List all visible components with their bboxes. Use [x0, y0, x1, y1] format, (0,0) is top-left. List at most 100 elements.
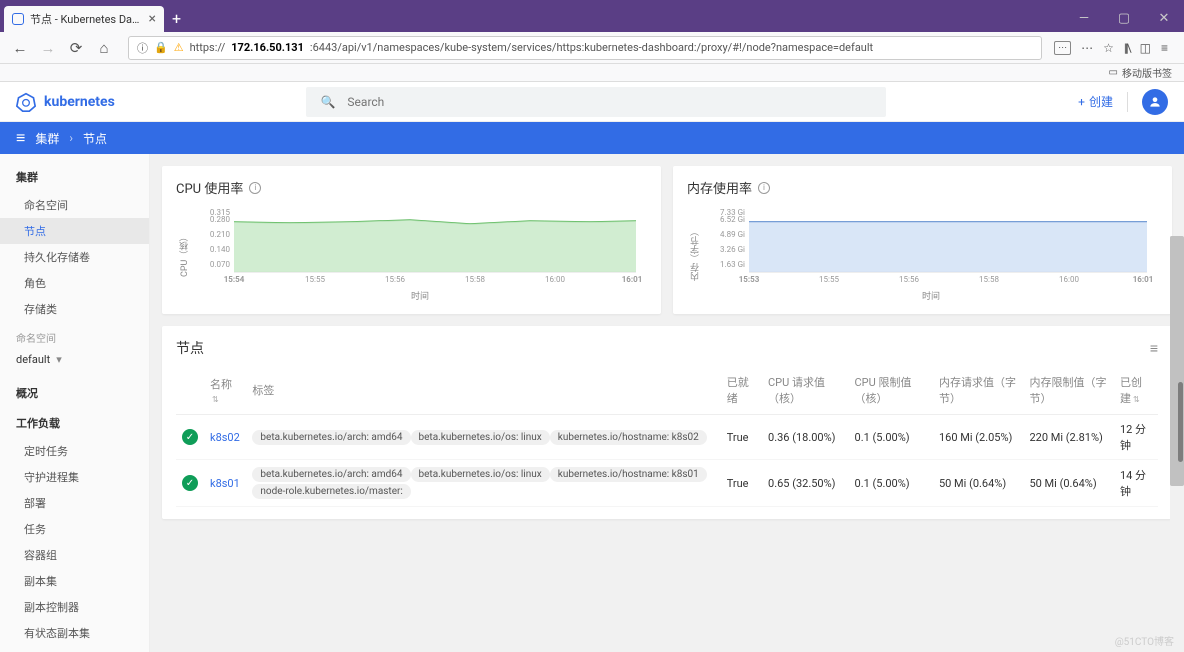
- sidebar-item-roles[interactable]: 角色: [0, 270, 149, 296]
- nodes-table-card: 节点 ≡ 名称⇅ 标签 已就绪 CPU 请求值（核） CPU 限制值（核） 内存…: [162, 326, 1172, 519]
- new-tab-button[interactable]: +: [164, 5, 189, 32]
- svg-text:4.89 Gi: 4.89 Gi: [720, 230, 745, 239]
- sidebar-icon[interactable]: ◫: [1140, 41, 1151, 55]
- node-link[interactable]: k8s02: [210, 431, 240, 444]
- plus-icon: +: [1078, 95, 1085, 109]
- hamburger-icon[interactable]: ≡: [16, 128, 25, 148]
- table-row: ✓ k8s02 beta.kubernetes.io/arch: amd64be…: [176, 415, 1158, 460]
- svg-text:15:54: 15:54: [224, 275, 245, 284]
- reload-button[interactable]: ⟳: [64, 36, 88, 60]
- mobile-bookmarks-label[interactable]: 移动版书签: [1122, 65, 1172, 80]
- label-tag: beta.kubernetes.io/arch: amd64: [252, 467, 410, 482]
- page-scrollbar-thumb[interactable]: [1178, 382, 1183, 462]
- sidebar-item-deployment[interactable]: 部署: [0, 490, 149, 516]
- create-button[interactable]: + 创建: [1078, 93, 1113, 110]
- cell-mem-lim: 220 Mi (2.81%): [1023, 415, 1114, 460]
- sidebar-item-cronjob[interactable]: 定时任务: [0, 438, 149, 464]
- sidebar-item-nodes[interactable]: 节点: [0, 218, 149, 244]
- warning-icon: ⚠: [174, 41, 184, 54]
- sidebar-group-service[interactable]: 服务发现与负载均衡: [0, 646, 149, 652]
- col-cpu-req: CPU 请求值（核）: [762, 366, 849, 415]
- svg-text:15:58: 15:58: [465, 275, 485, 284]
- info-icon[interactable]: i: [758, 182, 770, 194]
- breadcrumb-separator: ›: [69, 131, 73, 145]
- create-label: 创建: [1089, 93, 1113, 110]
- namespace-value: default: [16, 353, 50, 366]
- url-path: :6443/api/v1/namespaces/kube-system/serv…: [310, 41, 873, 54]
- library-icon[interactable]: |||\: [1124, 41, 1130, 55]
- kubernetes-favicon: [12, 13, 24, 25]
- lock-icon: 🔒: [154, 41, 168, 54]
- namespace-select[interactable]: default ▾: [16, 349, 133, 370]
- mem-title-text: 内存使用率: [687, 178, 752, 197]
- filter-icon[interactable]: ≡: [1150, 340, 1158, 357]
- memory-chart-title: 内存使用率 i: [687, 178, 1158, 197]
- sidebar-group-cluster[interactable]: 集群: [0, 162, 149, 192]
- back-button[interactable]: ←: [8, 36, 32, 60]
- reader-icon[interactable]: ⋯: [1054, 41, 1071, 55]
- cell-mem-req: 160 Mi (2.05%): [933, 415, 1024, 460]
- svg-text:16:00: 16:00: [1059, 275, 1079, 284]
- brand-text: kubernetes: [44, 94, 115, 110]
- svg-text:15:56: 15:56: [899, 275, 919, 284]
- browser-tab[interactable]: 节点 - Kubernetes Dashboard ×: [4, 6, 164, 32]
- svg-text:15:55: 15:55: [305, 275, 325, 284]
- cell-cpu-req: 0.65 (32.50%): [762, 460, 849, 507]
- svg-text:0.210: 0.210: [210, 230, 231, 239]
- sidebar-item-pod[interactable]: 容器组: [0, 542, 149, 568]
- watermark: @51CTO博客: [1115, 633, 1174, 648]
- bookmark-icon[interactable]: ☆: [1103, 41, 1114, 55]
- table-row: ✓ k8s01 beta.kubernetes.io/arch: amd64be…: [176, 460, 1158, 507]
- browser-titlebar: 节点 - Kubernetes Dashboard × + — ▢ ✕: [0, 0, 1184, 32]
- sidebar-item-storageclass[interactable]: 存储类: [0, 296, 149, 322]
- col-ready: 已就绪: [721, 366, 762, 415]
- user-menu-button[interactable]: [1142, 89, 1168, 115]
- breadcrumb-root[interactable]: 集群: [35, 130, 59, 147]
- maximize-button[interactable]: ▢: [1104, 4, 1144, 32]
- svg-text:0.140: 0.140: [210, 245, 231, 254]
- sidebar: 集群 命名空间 节点 持久化存储卷 角色 存储类 命名空间 default ▾ …: [0, 154, 150, 652]
- col-mem-req: 内存请求值（字节）: [933, 366, 1024, 415]
- sidebar-item-daemonset[interactable]: 守护进程集: [0, 464, 149, 490]
- info-icon: ⓘ: [137, 40, 148, 56]
- sidebar-item-pv[interactable]: 持久化存储卷: [0, 244, 149, 270]
- memory-chart-card: 内存使用率 i 内存（字节） 7.33 Gi 6.52 Gi 4.89 Gi 3…: [673, 166, 1172, 314]
- sidebar-item-job[interactable]: 任务: [0, 516, 149, 542]
- sidebar-item-rc[interactable]: 副本控制器: [0, 594, 149, 620]
- cell-cpu-req: 0.36 (18.00%): [762, 415, 849, 460]
- svg-text:15:55: 15:55: [819, 275, 839, 284]
- home-button[interactable]: ⌂: [92, 36, 116, 60]
- sidebar-group-overview[interactable]: 概况: [0, 378, 149, 408]
- sidebar-item-statefulset[interactable]: 有状态副本集: [0, 620, 149, 646]
- sidebar-item-namespaces[interactable]: 命名空间: [0, 192, 149, 218]
- cpu-chart: 0.315 0.280 0.210 0.140 0.070 15:54 15:5…: [193, 207, 647, 287]
- minimize-button[interactable]: —: [1064, 4, 1104, 32]
- col-created[interactable]: 已创建⇅: [1114, 366, 1158, 415]
- info-icon[interactable]: i: [249, 182, 261, 194]
- user-icon: [1148, 95, 1162, 109]
- status-ok-icon: ✓: [182, 429, 198, 445]
- close-icon[interactable]: ×: [149, 11, 156, 27]
- page-scrollbar[interactable]: [1178, 32, 1184, 634]
- forward-button[interactable]: →: [36, 36, 60, 60]
- chevron-down-icon: ▾: [56, 353, 62, 366]
- more-icon[interactable]: ⋯: [1081, 41, 1093, 55]
- search-box[interactable]: 🔍: [306, 87, 886, 117]
- search-input[interactable]: [347, 95, 872, 109]
- col-name[interactable]: 名称⇅: [204, 366, 246, 415]
- cell-created: 14 分钟: [1114, 460, 1158, 507]
- sidebar-group-workload[interactable]: 工作负载: [0, 408, 149, 438]
- svg-text:6.52 Gi: 6.52 Gi: [720, 215, 745, 224]
- cpu-chart-title: CPU 使用率 i: [176, 178, 647, 197]
- sidebar-item-replicaset[interactable]: 副本集: [0, 568, 149, 594]
- close-window-button[interactable]: ✕: [1144, 4, 1184, 32]
- node-link[interactable]: k8s01: [210, 477, 240, 490]
- col-cpu-lim: CPU 限制值（核）: [849, 366, 933, 415]
- url-bar[interactable]: ⓘ 🔒 ⚠ https://172.16.50.131:6443/api/v1/…: [128, 36, 1042, 60]
- menu-icon[interactable]: ≡: [1161, 41, 1168, 55]
- svg-text:16:00: 16:00: [545, 275, 565, 284]
- mobile-bookmarks-icon[interactable]: ▭: [1109, 67, 1118, 78]
- app-logo[interactable]: kubernetes: [16, 92, 115, 112]
- svg-text:3.26 Gi: 3.26 Gi: [720, 245, 745, 254]
- svg-text:0.070: 0.070: [210, 260, 231, 269]
